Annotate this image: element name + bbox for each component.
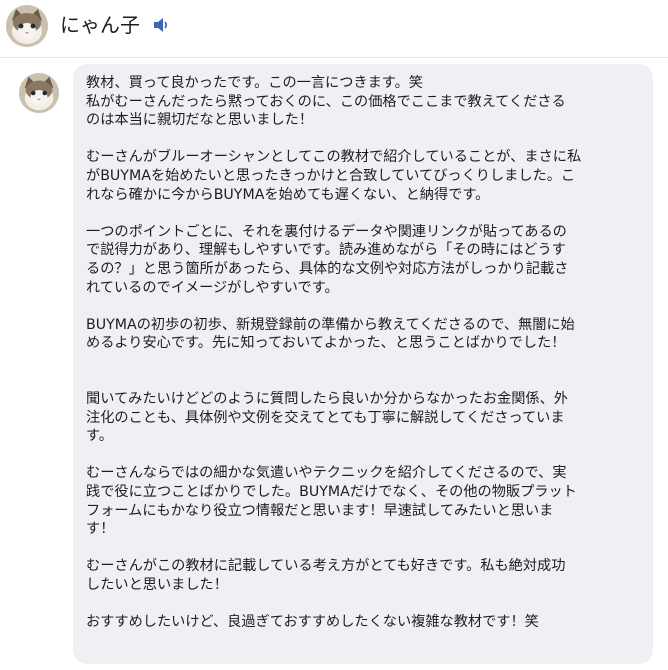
speaker-icon[interactable]: [152, 17, 170, 33]
message-paragraph: 聞いてみたいけどどのように質問したら良いか分からなかったお金関係、外 注化のこと…: [86, 391, 568, 445]
message-paragraph: 一つのポイントごとに、それを裏付けるデータや関連リンクが貼ってあるの で説得力が…: [86, 223, 569, 296]
cat-avatar-icon[interactable]: [19, 73, 59, 113]
message-paragraph: おすすめしたいけど、良過ぎておすすめしたくない複雑な教材です！笑: [86, 614, 539, 631]
user-name[interactable]: にゃん子: [60, 13, 140, 37]
message-paragraph: BUYMAの初歩の初歩、新規登録前の準備から教えてくださるので、無闇に始 めるよ…: [86, 316, 575, 352]
chat-header: にゃん子: [0, 0, 668, 58]
message-paragraph: むーさんならではの細かな気遣いやテクニックを紹介してくださるので、実 践で役に立…: [86, 465, 577, 538]
message-paragraph: 教材、買って良かったです。この一言につきます。笑 私がむーさんだったら黙っておく…: [86, 75, 566, 129]
message-paragraph: むーさんがこの教材に記載している考え方がとても好きです。私も絶対成功 したいと思…: [86, 558, 566, 594]
cat-avatar-icon[interactable]: [6, 5, 48, 47]
message-paragraph: むーさんがブルーオーシャンとしてこの教材で紹介していることが、まさに私 がBUY…: [86, 149, 582, 203]
message-bubble[interactable]: 教材、買って良かったです。この一言につきます。笑 私がむーさんだったら黙っておく…: [73, 64, 653, 664]
